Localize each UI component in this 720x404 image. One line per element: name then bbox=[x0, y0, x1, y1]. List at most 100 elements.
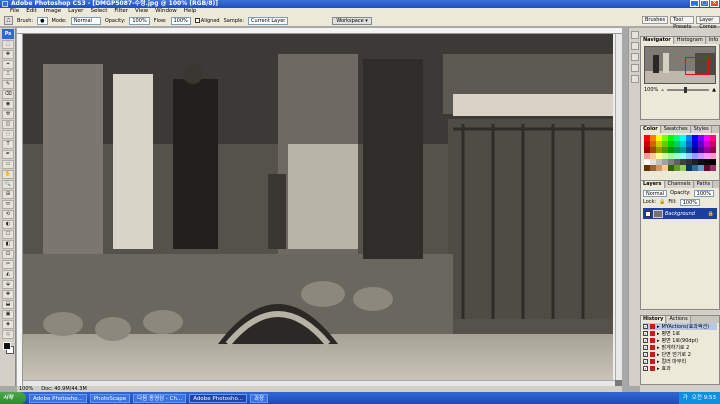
taskbar-item-3[interactable]: Adobe Photosho... bbox=[189, 393, 247, 403]
brushes-panel-icon[interactable] bbox=[631, 31, 639, 39]
expand-arrow-icon[interactable]: ▸ bbox=[657, 331, 660, 337]
expand-arrow-icon[interactable]: ▸ bbox=[657, 366, 660, 372]
dialog-toggle-icon[interactable] bbox=[650, 345, 655, 350]
mode-select[interactable]: Normal bbox=[70, 16, 101, 25]
action-item[interactable]: ✓ ▸ 평면 1로 bbox=[643, 330, 717, 337]
navigator-view-box[interactable] bbox=[685, 57, 709, 75]
expand-arrow-icon[interactable]: ▸ bbox=[657, 338, 660, 344]
close-button[interactable]: × bbox=[710, 0, 719, 7]
dialog-toggle-icon[interactable] bbox=[650, 359, 655, 364]
tool-19-icon[interactable]: ☐ bbox=[2, 230, 14, 239]
menu-layer[interactable]: Layer bbox=[68, 8, 83, 15]
tab-swatches[interactable]: Swatches bbox=[661, 126, 691, 133]
layer-opacity-input[interactable]: 100% bbox=[693, 189, 714, 197]
tool-4-icon[interactable]: ✎ bbox=[2, 80, 14, 89]
tool-9-icon[interactable]: ◌ bbox=[2, 130, 14, 139]
tool-1-icon[interactable]: ✥ bbox=[2, 50, 14, 59]
menu-window[interactable]: Window bbox=[155, 8, 177, 15]
blend-mode-select[interactable]: Normal bbox=[643, 189, 668, 197]
dialog-toggle-icon[interactable] bbox=[650, 366, 655, 371]
palette-well-tool-presets[interactable]: Tool Presets bbox=[670, 16, 695, 30]
vertical-scrollbar[interactable] bbox=[615, 34, 622, 380]
tool-14-icon[interactable]: 🔍 bbox=[2, 180, 14, 189]
aligned-checkbox[interactable]: Aligned bbox=[194, 17, 220, 24]
tab-layers[interactable]: Layers bbox=[641, 181, 665, 188]
action-set[interactable]: ✓ ▸ MYActions(효과액션) bbox=[643, 323, 717, 330]
tool-10-icon[interactable]: T bbox=[2, 140, 14, 149]
workspace-button[interactable]: Workspace ▾ bbox=[332, 16, 372, 25]
tool-18-icon[interactable]: ◐ bbox=[2, 220, 14, 229]
expand-arrow-icon[interactable]: ▸ bbox=[657, 352, 660, 358]
sample-select[interactable]: Current Layer bbox=[248, 16, 289, 25]
tool-7-icon[interactable]: ⚒ bbox=[2, 110, 14, 119]
foreground-color[interactable] bbox=[3, 342, 11, 350]
tab-paths[interactable]: Paths bbox=[694, 181, 714, 188]
tool-27-icon[interactable]: ▣ bbox=[2, 310, 14, 319]
eye-icon[interactable] bbox=[645, 210, 651, 217]
action-checkbox[interactable]: ✓ bbox=[643, 366, 648, 371]
taskbar-item-4[interactable]: 과장 bbox=[249, 393, 269, 403]
menu-view[interactable]: View bbox=[135, 8, 148, 15]
tool-0-icon[interactable]: ⬚ bbox=[2, 40, 14, 49]
action-item[interactable]: ✓ ▸ 밝게하기로 2 bbox=[643, 344, 717, 351]
tool-17-icon[interactable]: ⟲ bbox=[2, 210, 14, 219]
expand-arrow-icon[interactable]: ▸ bbox=[657, 345, 660, 351]
action-checkbox[interactable]: ✓ bbox=[643, 331, 648, 336]
tab-color[interactable]: Color bbox=[641, 126, 661, 133]
menu-image[interactable]: Image bbox=[44, 8, 61, 15]
tool-8-icon[interactable]: ◫ bbox=[2, 120, 14, 129]
brush-picker[interactable]: ● bbox=[37, 16, 48, 25]
tool-26-icon[interactable]: ⬓ bbox=[2, 300, 14, 309]
action-item[interactable]: ✓ ▸ 효과 bbox=[643, 365, 717, 372]
expand-arrow-icon[interactable]: ▸ bbox=[657, 359, 660, 365]
character-panel-icon[interactable] bbox=[631, 64, 639, 72]
action-checkbox[interactable]: ✓ bbox=[643, 359, 648, 364]
action-checkbox[interactable]: ✓ bbox=[643, 352, 648, 357]
tool-25-icon[interactable]: ✚ bbox=[2, 290, 14, 299]
tab-history[interactable]: History bbox=[641, 316, 667, 323]
start-button[interactable]: 시작 bbox=[0, 392, 26, 404]
tool-11-icon[interactable]: ✒ bbox=[2, 150, 14, 159]
nav-zoom-slider[interactable] bbox=[666, 86, 710, 93]
menu-help[interactable]: Help bbox=[184, 8, 197, 15]
tool-23-icon[interactable]: ◭ bbox=[2, 270, 14, 279]
lock-icon[interactable]: 🔒 bbox=[659, 199, 665, 205]
palette-well-layer-comps[interactable]: Layer Comps bbox=[696, 16, 720, 30]
dialog-toggle-icon[interactable] bbox=[650, 338, 655, 343]
flow-input[interactable]: 100% bbox=[170, 16, 191, 25]
action-checkbox[interactable]: ✓ bbox=[643, 345, 648, 350]
palette-well-brushes[interactable]: Brushes bbox=[642, 16, 669, 24]
layer-background[interactable]: Background 🔒 bbox=[643, 208, 717, 219]
action-checkbox[interactable]: ✓ bbox=[643, 338, 648, 343]
action-checkbox[interactable]: ✓ bbox=[643, 324, 648, 329]
tool-29-icon[interactable]: ◇ bbox=[2, 330, 14, 339]
dialog-toggle-icon[interactable] bbox=[650, 324, 655, 329]
tool-3-icon[interactable]: ⎍ bbox=[2, 70, 14, 79]
tool-16-icon[interactable]: ⬭ bbox=[2, 200, 14, 209]
folder-icon[interactable]: ▸ bbox=[657, 324, 660, 330]
action-item[interactable]: ✓ ▸ 단면 얻기로 2 bbox=[643, 351, 717, 358]
action-item[interactable]: ✓ ▸ 컬러 마무리 bbox=[643, 358, 717, 365]
tool-22-icon[interactable]: ✂ bbox=[2, 260, 14, 269]
navigator-thumbnail[interactable] bbox=[644, 46, 716, 84]
maximize-button[interactable]: □ bbox=[700, 0, 709, 7]
fill-input[interactable]: 100% bbox=[679, 198, 700, 206]
tool-28-icon[interactable]: ◈ bbox=[2, 320, 14, 329]
tool-20-icon[interactable]: ◧ bbox=[2, 240, 14, 249]
image-canvas[interactable] bbox=[23, 34, 615, 380]
tab-navigator[interactable]: Navigator bbox=[641, 37, 674, 44]
zoom-in-icon[interactable]: ▲ bbox=[712, 87, 716, 93]
tool-5-icon[interactable]: ⌫ bbox=[2, 90, 14, 99]
menu-file[interactable]: File bbox=[10, 8, 19, 15]
minimize-button[interactable]: _ bbox=[690, 0, 699, 7]
zoom-out-icon[interactable]: ▵ bbox=[661, 87, 664, 93]
tool-presets-panel-icon[interactable] bbox=[631, 42, 639, 50]
taskbar-item-0[interactable]: Adobe Photosho... bbox=[29, 393, 87, 403]
tool-12-icon[interactable]: ▭ bbox=[2, 160, 14, 169]
tool-24-icon[interactable]: ⬙ bbox=[2, 280, 14, 289]
tab-info[interactable]: Info bbox=[706, 37, 720, 44]
tool-15-icon[interactable]: ⊞ bbox=[2, 190, 14, 199]
tab-styles[interactable]: Styles bbox=[691, 126, 712, 133]
tab-histogram[interactable]: Histogram bbox=[674, 37, 706, 44]
action-item[interactable]: ✓ ▸ 평면 1로(90dpi) bbox=[643, 337, 717, 344]
